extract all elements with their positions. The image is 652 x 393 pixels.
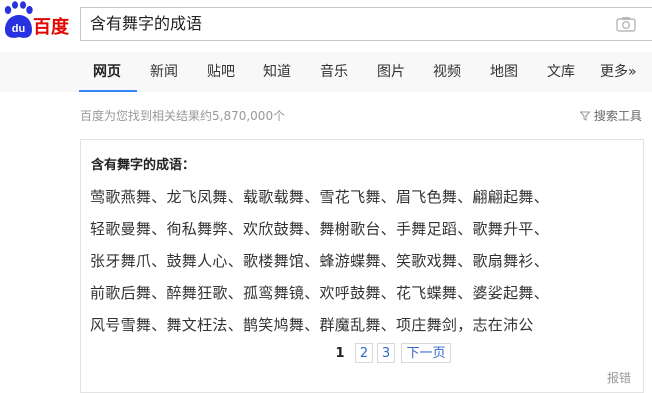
logo-text: 百度 bbox=[33, 17, 69, 38]
idiom-line: 前歌后舞、醉舞狂歌、孤鸾舞镜、欢呼鼓舞、花飞蝶舞、婆娑起舞、 bbox=[90, 284, 550, 302]
idiom-line: 风号雪舞、舞文枉法、鹊笑鸠舞、群魔乱舞、项庄舞剑，志在沛公 bbox=[90, 316, 534, 334]
tab-news[interactable]: 新闻 bbox=[150, 52, 178, 92]
tab-zhidao[interactable]: 知道 bbox=[263, 52, 291, 92]
nav-tabs: 网页 新闻 贴吧 知道 音乐 图片 视频 地图 文库 更多» bbox=[0, 52, 652, 92]
next-page-button[interactable]: 下一页 bbox=[401, 343, 451, 363]
card-title: 含有舞字的成语： bbox=[91, 158, 196, 173]
active-tab-indicator bbox=[79, 90, 137, 92]
header: du 百度 含有舞字的成语 bbox=[0, 0, 652, 52]
tab-more[interactable]: 更多» bbox=[600, 52, 637, 92]
filter-icon bbox=[580, 111, 590, 121]
tab-images[interactable]: 图片 bbox=[377, 52, 405, 92]
idiom-answer-card: 含有舞字的成语： 莺歌燕舞、龙飞凤舞、载歌载舞、雪花飞舞、眉飞色舞、翩翩起舞、 … bbox=[80, 139, 644, 393]
tab-music[interactable]: 音乐 bbox=[320, 52, 348, 92]
baidu-logo[interactable]: du 百度 bbox=[0, 0, 74, 42]
tab-map[interactable]: 地图 bbox=[490, 52, 518, 92]
search-input[interactable]: 含有舞字的成语 bbox=[90, 8, 202, 40]
tab-wenku[interactable]: 文库 bbox=[547, 52, 575, 92]
report-error-link[interactable]: 报错 bbox=[607, 369, 631, 386]
page-link-2[interactable]: 2 bbox=[355, 343, 373, 363]
tab-video[interactable]: 视频 bbox=[433, 52, 461, 92]
idiom-line: 莺歌燕舞、龙飞凤舞、载歌载舞、雪花飞舞、眉飞色舞、翩翩起舞、 bbox=[90, 188, 550, 206]
camera-icon[interactable] bbox=[616, 16, 636, 32]
idiom-line: 轻歌曼舞、徇私舞弊、欢欣鼓舞、舞榭歌台、手舞足蹈、歌舞升平、 bbox=[90, 220, 550, 238]
page-current: 1 bbox=[335, 346, 345, 361]
result-count: 百度为您找到相关结果约5,870,000个 bbox=[80, 109, 286, 123]
logo-mark: du bbox=[12, 23, 25, 35]
page-link-3[interactable]: 3 bbox=[377, 343, 395, 363]
idiom-line: 张牙舞爪、鼓舞人心、歌楼舞馆、蜂游蝶舞、笑歌戏舞、歌扇舞衫、 bbox=[90, 252, 550, 270]
search-tools-button[interactable]: 搜索工具 bbox=[580, 107, 642, 124]
tab-web[interactable]: 网页 bbox=[93, 52, 121, 92]
search-tools-label: 搜索工具 bbox=[593, 109, 642, 123]
search-box[interactable]: 含有舞字的成语 bbox=[80, 7, 652, 41]
tab-tieba[interactable]: 贴吧 bbox=[207, 52, 235, 92]
